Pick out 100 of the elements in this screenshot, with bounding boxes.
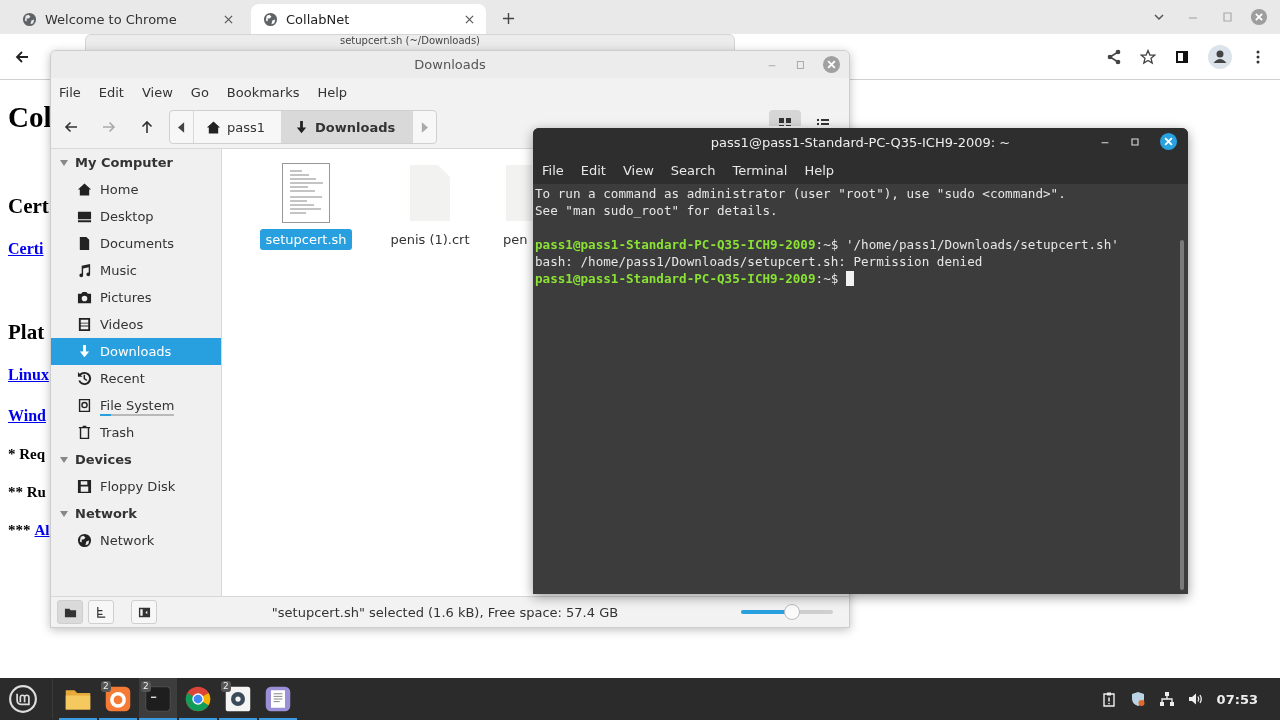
prompt-user-host: pass1@pass1-Standard-PC-Q35-ICH9-2009 [535,270,816,287]
scrollbar[interactable] [1180,240,1184,590]
terminal-output-line: To run a command as administrator (user "root"), use "sudo <command>". [535,185,1067,202]
section-heading: Plat [8,319,45,346]
caret-left-icon [178,121,185,133]
star-icon[interactable] [1140,48,1156,65]
close-icon[interactable] [1159,132,1178,151]
terminal-command: '/home/pass1/Downloads/setupcert.sh' [845,236,1119,253]
menu-item[interactable]: Help [804,162,835,178]
film-icon [77,317,92,332]
page-link[interactable]: Al [34,518,50,542]
back-arrow-icon[interactable] [14,48,30,65]
browser-tab[interactable]: Welcome to Chrome [10,4,245,34]
icon-grid-entry[interactable]: pen [494,163,533,250]
sidebar-heading[interactable]: Network [51,500,221,527]
globe-icon [77,533,92,548]
prompt-path: :~$ [815,236,839,253]
sidebar-item[interactable]: Recent [51,365,221,392]
menu-item[interactable]: View [622,162,654,178]
camera-icon [77,290,92,305]
status-text: "setupcert.sh" selected (1.6 kB), Free space: 57.4 GB [270,604,620,620]
sidebar-item[interactable]: Pictures [51,284,221,311]
sidebar-item[interactable]: Home [51,176,221,203]
caret-right-icon [421,121,429,133]
section-heading: Cert [8,193,49,220]
taskbar-app[interactable]: 2 [139,678,177,720]
taskbar-app[interactable]: 2 [99,678,137,720]
sidebar-item[interactable]: Trash [51,419,221,446]
window-count-badge: 2 [221,681,231,692]
sidebar-item[interactable]: Documents [51,230,221,257]
drive-icon [77,398,92,413]
places-button[interactable] [57,600,83,624]
sidebar-item[interactable]: Music [51,257,221,284]
volume-icon[interactable] [1187,691,1204,707]
menu-item[interactable]: Edit [580,162,606,178]
document-icon [77,236,92,251]
text-file-icon [282,163,330,223]
sidebar-item[interactable]: Network [51,527,221,554]
prompt-user-host: pass1@pass1-Standard-PC-Q35-ICH9-2009 [535,236,816,253]
menu-item[interactable]: Bookmarks [226,84,309,100]
sidebar-item[interactable]: Videos [51,311,221,338]
window-title: Downloads [414,57,486,72]
window-title: pass1@pass1-Standard-PC-Q35-ICH9-2009: ~ [710,134,1011,150]
menu-item[interactable]: Go [190,84,218,100]
trash-icon [77,425,92,440]
window-count-badge: 2 [101,681,111,692]
side-panel-icon[interactable] [1174,48,1190,65]
prompt-path: :~$ [815,270,839,287]
browser-tab[interactable]: CollabNet [251,4,486,34]
close-icon[interactable] [465,14,474,24]
window-count-badge: 2 [141,681,151,692]
page-link[interactable]: Wind [8,404,46,428]
list-icon [815,116,831,126]
window-title: setupcert.sh (~/Downloads) [340,35,480,47]
back-arrow-icon[interactable] [63,119,79,135]
monitor-icon [77,209,92,224]
profile-icon[interactable] [1208,44,1232,69]
sidebar-item[interactable]: Floppy Disk [51,473,221,500]
maximize-icon[interactable] [1129,135,1141,148]
note-text: *** [8,521,31,540]
history-icon [77,371,92,386]
terminal-output-line: See "man sudo_root" for details. [535,202,779,219]
file-name: penis (1).crt [389,231,471,249]
icon-view-button[interactable] [769,110,801,126]
terminal-output-line: bash: /home/pass1/Downloads/setupcert.sh: Permission denied [535,253,984,270]
sidebar-heading[interactable]: Devices [51,446,221,473]
clock[interactable]: 07:53 [1216,691,1258,707]
menu-logo-icon[interactable] [8,684,38,714]
home-icon [77,182,92,197]
breadcrumb-button[interactable]: Downloads [282,111,413,143]
page-link[interactable]: Certi [8,237,44,261]
up-arrow-icon[interactable] [139,119,155,135]
menu-item[interactable]: Terminal [732,162,788,178]
icon-grid-entry[interactable]: penis (1).crt [370,163,490,250]
menu-item[interactable]: Help [317,84,357,100]
tree-view-button[interactable] [88,600,114,624]
toggle-sidebar-button[interactable] [131,600,157,624]
network-icon[interactable] [1158,691,1175,707]
menu-item[interactable]: Edit [98,84,133,100]
page-heading: Col [8,100,52,135]
sidebar-item[interactable]: File System [51,392,221,419]
home-icon [206,119,221,135]
sidebar-item[interactable]: Desktop [51,203,221,230]
note-text: * Req [8,445,46,464]
close-icon[interactable] [224,14,233,24]
menu-item[interactable]: File [59,84,90,100]
menu-item[interactable]: Search [670,162,716,178]
menu-item[interactable]: View [141,84,182,100]
menu-item[interactable]: File [542,162,564,178]
share-icon[interactable] [1106,48,1122,65]
tree-icon [94,605,108,619]
shield-icon[interactable] [1129,691,1146,707]
taskbar-app[interactable]: 2 [219,678,257,720]
sidebar-heading[interactable]: My Computer [51,149,221,176]
new-tab-icon[interactable] [502,12,515,25]
file-name: pen [502,231,529,249]
clipboard-icon[interactable] [1100,691,1117,707]
page-link[interactable]: Linux [8,363,49,387]
globe-icon [263,11,278,27]
browser-icon [184,685,212,713]
